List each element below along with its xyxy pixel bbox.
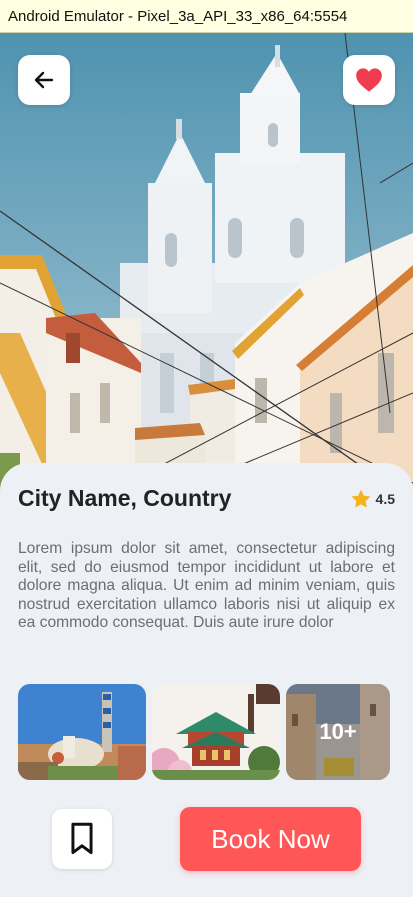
back-button[interactable] xyxy=(18,55,70,105)
window-title: Android Emulator - Pixel_3a_API_33_x86_6… xyxy=(8,7,348,25)
star-icon xyxy=(351,489,370,508)
rating: 4.5 xyxy=(350,488,395,510)
arrow-left-icon xyxy=(34,71,54,89)
more-photos-count: 10+ xyxy=(286,684,390,780)
heart-icon xyxy=(356,68,382,92)
details-sheet: City Name, Country 4.5 Lorem ipsum dolor… xyxy=(0,463,413,897)
gallery-more-photos[interactable]: 10+ xyxy=(286,684,390,780)
place-title: City Name, Country xyxy=(18,485,232,511)
emulator-title-bar: Android Emulator - Pixel_3a_API_33_x86_6… xyxy=(0,0,413,33)
bookmark-button[interactable] xyxy=(52,809,112,869)
photo-gallery: 10+ xyxy=(18,684,390,780)
place-description: Lorem ipsum dolor sit amet, consectetur … xyxy=(18,540,395,632)
book-now-button[interactable]: Book Now xyxy=(180,807,361,871)
gallery-photo[interactable] xyxy=(152,684,280,780)
gallery-photo[interactable] xyxy=(18,684,146,780)
rating-value: 4.5 xyxy=(375,491,395,507)
favorite-button[interactable] xyxy=(343,55,395,105)
app-screen: City Name, Country 4.5 Lorem ipsum dolor… xyxy=(0,33,413,897)
bookmark-icon xyxy=(71,822,93,855)
